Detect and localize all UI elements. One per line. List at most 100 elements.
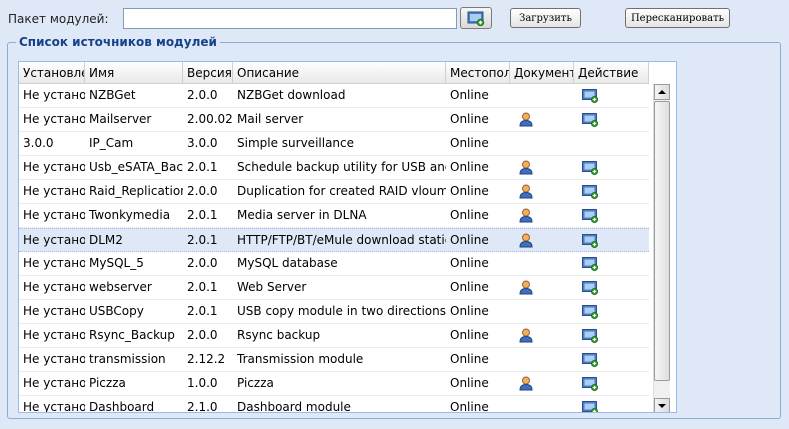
cell-location: Online	[450, 136, 489, 150]
cell-status: Не установ	[23, 376, 85, 390]
table-row[interactable]: Не установ Raid_Replication 2.0.0 Duplicati…	[19, 180, 649, 204]
cell-location: Online	[450, 160, 489, 174]
install-module-icon[interactable]	[582, 352, 598, 371]
table-row[interactable]: Не установ DLM2 2.0.1 HTTP/FTP/BT/eMule dow…	[19, 228, 649, 252]
install-module-icon[interactable]	[582, 328, 598, 347]
cell-document	[510, 180, 574, 203]
user-document-icon[interactable]	[519, 233, 533, 252]
table-row[interactable]: Не установ Twonkymedia 2.0.1 Media server i…	[19, 204, 649, 228]
upload-button[interactable]: Загрузить	[510, 8, 581, 28]
table-row[interactable]: Не установ Usb_eSATA_Backup 2.0.1 Schedule …	[19, 156, 649, 180]
install-module-icon[interactable]	[582, 233, 598, 252]
cell-name: Piczza	[89, 376, 126, 390]
cell-location: Online	[450, 208, 489, 222]
user-document-icon[interactable]	[519, 184, 533, 203]
install-module-icon[interactable]	[582, 400, 598, 412]
table-row[interactable]: Не установ Rsync_Backup 2.0.0 Rsync backup O…	[19, 324, 649, 348]
cell-name: MySQL_5	[89, 256, 144, 270]
cell-action	[574, 156, 649, 179]
cell-version: 2.0.0	[187, 88, 218, 102]
cell-version: 2.0.1	[187, 233, 218, 247]
column-header-name[interactable]: Имя	[85, 62, 183, 84]
arrow-up-icon	[658, 90, 666, 94]
install-module-icon[interactable]	[582, 280, 598, 299]
cell-document	[510, 108, 574, 131]
user-document-icon[interactable]	[519, 160, 533, 179]
user-document-icon[interactable]	[519, 328, 533, 347]
user-document-icon[interactable]	[519, 208, 533, 227]
cell-name: Raid_Replication	[89, 184, 183, 198]
rescan-button[interactable]: Пересканировать	[625, 8, 730, 28]
grid-body: Не установ NZBGet 2.0.0 NZBGet download Onli…	[19, 84, 653, 413]
cell-location: Online	[450, 88, 489, 102]
cell-description: USB copy module in two directions	[237, 304, 446, 318]
cell-name: IP_Cam	[89, 136, 134, 150]
cell-version: 2.0.1	[187, 160, 218, 174]
column-header-document[interactable]: Документ	[510, 62, 574, 84]
cell-document	[510, 229, 574, 252]
upload-file-icon	[467, 11, 485, 26]
column-header-status[interactable]: Установле	[19, 62, 85, 84]
user-document-icon[interactable]	[519, 376, 533, 395]
cell-action	[574, 108, 649, 131]
cell-document	[510, 156, 574, 179]
cell-name: Usb_eSATA_Backup	[89, 160, 183, 174]
install-module-icon[interactable]	[582, 256, 598, 275]
install-module-icon[interactable]	[582, 88, 598, 107]
cell-description: Web Server	[237, 280, 307, 294]
table-row[interactable]: Не установ Mailserver 2.00.02 Mail server On…	[19, 108, 649, 132]
cell-status: Не установ	[23, 112, 85, 126]
cell-document	[510, 300, 574, 323]
column-header-version[interactable]: Версия	[183, 62, 233, 84]
panel-legend: Список источников модулей	[16, 35, 220, 49]
scroll-up-button[interactable]	[654, 84, 670, 100]
table-row[interactable]: Не установ Piczza 1.0.0 Piczza Online	[19, 372, 649, 396]
install-module-icon[interactable]	[582, 376, 598, 395]
cell-description: Piczza	[237, 376, 274, 390]
table-row[interactable]: Не установ NZBGet 2.0.0 NZBGet download Onli…	[19, 84, 649, 108]
cell-version: 2.0.1	[187, 208, 218, 222]
column-header-location[interactable]: Местопол	[446, 62, 510, 84]
install-module-icon[interactable]	[582, 304, 598, 323]
cell-status: Не установ	[23, 352, 85, 366]
table-row[interactable]: 3.0.0 IP_Cam 3.0.0 Simple surveillance Onlin…	[19, 132, 649, 156]
scroll-down-button[interactable]	[654, 398, 670, 412]
cell-location: Online	[450, 256, 489, 270]
vertical-scrollbar[interactable]	[653, 84, 670, 412]
cell-action	[574, 300, 649, 323]
install-module-icon[interactable]	[582, 112, 598, 131]
table-row[interactable]: Не установ webserver 2.0.1 Web Server Online	[19, 276, 649, 300]
scroll-thumb[interactable]	[654, 101, 670, 381]
browse-button[interactable]	[460, 7, 492, 29]
cell-document	[510, 348, 574, 371]
install-module-icon[interactable]	[582, 184, 598, 203]
cell-location: Online	[450, 376, 489, 390]
user-document-icon[interactable]	[519, 280, 533, 299]
grid-header: Установле Имя Версия Описание Местопол Д…	[19, 62, 649, 84]
column-header-description[interactable]: Описание	[233, 62, 446, 84]
cell-name: webserver	[89, 280, 152, 294]
cell-description: HTTP/FTP/BT/eMule download station	[237, 233, 446, 247]
cell-name: USBCopy	[89, 304, 144, 318]
user-document-icon[interactable]	[519, 112, 533, 131]
cell-document	[510, 396, 574, 412]
cell-action	[574, 204, 649, 227]
column-header-action[interactable]: Действие	[574, 62, 649, 84]
cell-location: Online	[450, 400, 489, 413]
module-grid: Установле Имя Версия Описание Местопол Д…	[18, 61, 677, 413]
cell-location: Online	[450, 304, 489, 318]
table-row[interactable]: Не установ USBCopy 2.0.1 USB copy module in…	[19, 300, 649, 324]
cell-document	[510, 204, 574, 227]
cell-status: 3.0.0	[23, 136, 54, 150]
module-package-input[interactable]	[123, 8, 457, 29]
install-module-icon[interactable]	[582, 208, 598, 227]
cell-status: Не установ	[23, 184, 85, 198]
cell-location: Online	[450, 184, 489, 198]
cell-document	[510, 132, 574, 155]
install-module-icon[interactable]	[582, 160, 598, 179]
table-row[interactable]: Не установ transmission 2.12.2 Transmission…	[19, 348, 649, 372]
cell-name: Rsync_Backup	[89, 328, 175, 342]
cell-location: Online	[450, 112, 489, 126]
table-row[interactable]: Не установ MySQL_5 2.0.0 MySQL database Onli…	[19, 252, 649, 276]
table-row[interactable]: Не установ Dashboard 2.1.0 Dashboard module…	[19, 396, 649, 413]
